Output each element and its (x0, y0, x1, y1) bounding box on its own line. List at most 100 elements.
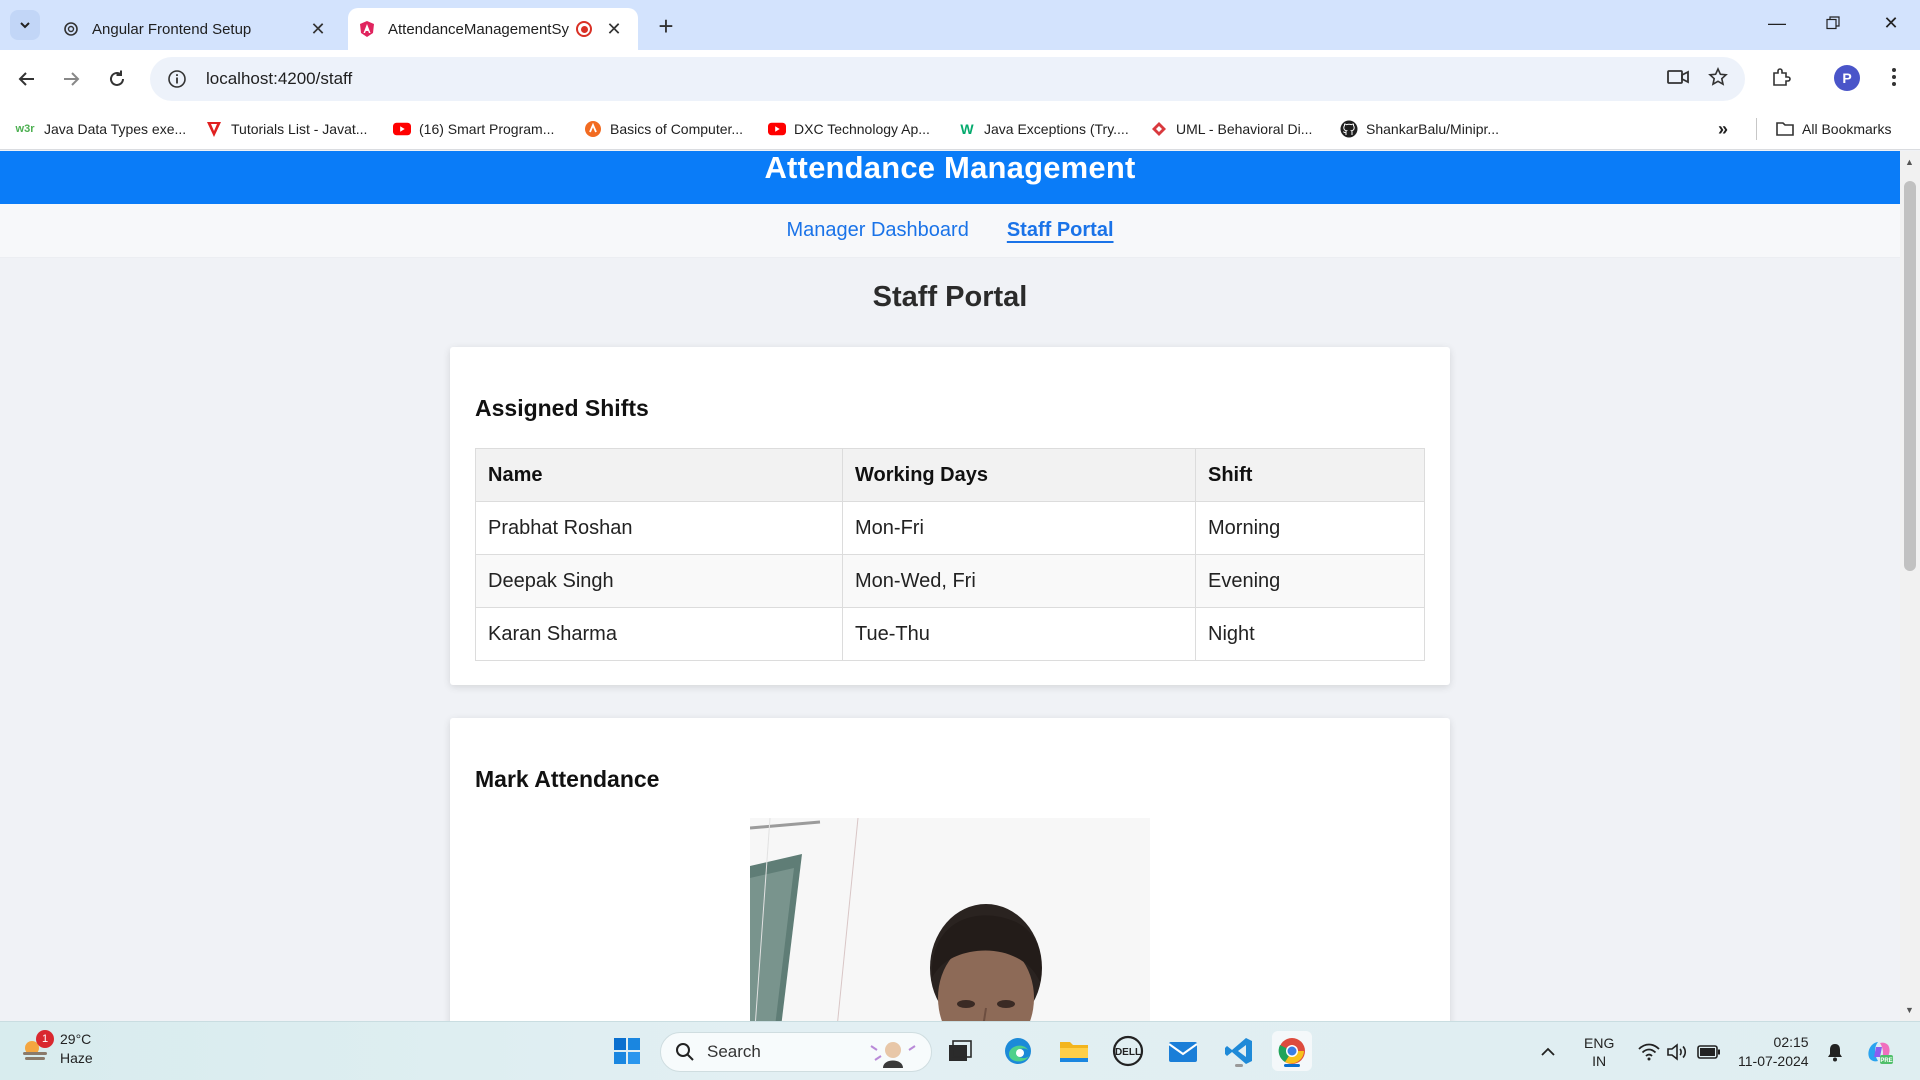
page-title: Staff Portal (872, 281, 1028, 313)
bookmark-item[interactable]: Basics of Computer... (584, 108, 743, 150)
clock-date: 11-07-2024 (1738, 1052, 1809, 1069)
tab-angular-frontend-setup[interactable]: Angular Frontend Setup ✕ (52, 8, 342, 50)
search-highlight-icon (865, 1036, 921, 1068)
region-code: IN (1592, 1052, 1607, 1069)
chevron-down-icon (20, 22, 30, 29)
bookmark-item[interactable]: Tutorials List - Javat... (205, 108, 367, 150)
weather-icon: 1 (20, 1030, 54, 1064)
profile-avatar[interactable]: P (1834, 65, 1860, 91)
taskbar-search-box[interactable]: Search (660, 1032, 932, 1072)
tab-attendance-management[interactable]: AttendanceManagementSy ✕ (348, 8, 638, 50)
bookmark-item[interactable]: W Java Exceptions (Try.... (958, 108, 1129, 150)
language-code: ENG (1584, 1034, 1615, 1051)
vscode-icon[interactable] (1219, 1031, 1259, 1071)
new-tab-button[interactable]: + (652, 11, 680, 41)
close-icon[interactable]: ✕ (604, 19, 624, 39)
more-menu-icon[interactable] (1876, 59, 1912, 95)
scroll-down-icon[interactable]: ▼ (1905, 1005, 1914, 1015)
notification-bell-icon[interactable] (1826, 1022, 1844, 1080)
file-explorer-icon[interactable] (1054, 1031, 1094, 1071)
chrome-icon[interactable] (1272, 1031, 1312, 1071)
folder-icon (1776, 120, 1794, 138)
windows-start-icon[interactable] (607, 1031, 647, 1071)
tab-search-button[interactable] (10, 10, 40, 40)
w3schools-icon: w3r (15, 123, 35, 135)
extensions-icon[interactable] (1763, 59, 1799, 95)
nav-staff-portal[interactable]: Staff Portal (1007, 219, 1114, 242)
restore-icon[interactable] (1810, 8, 1856, 38)
cell-working-days: Tue-Thu (842, 607, 1196, 661)
bookmark-item[interactable]: w3r Java Data Types exe... (14, 108, 187, 150)
running-indicator (1235, 1064, 1243, 1067)
forward-icon[interactable] (56, 64, 86, 94)
bookmark-label: DXC Technology Ap... (794, 121, 930, 137)
tab-title: AttendanceManagementSy (388, 20, 569, 38)
orange-logo-icon (584, 120, 602, 138)
shifts-table: Name Working Days Shift Prabhat Roshan M… (475, 448, 1425, 661)
show-hidden-icons-icon[interactable] (1540, 1022, 1556, 1080)
webcam-video-feed (750, 818, 1150, 1021)
openai-icon (62, 20, 80, 38)
table-row: Deepak Singh Mon-Wed, Fri Evening (475, 554, 1425, 608)
cell-name: Deepak Singh (475, 554, 843, 608)
scroll-thumb[interactable] (1904, 181, 1916, 571)
column-header-shift: Shift (1195, 448, 1425, 502)
bookmarks-bar: w3r Java Data Types exe... Tutorials Lis… (0, 108, 1920, 150)
page-viewport: Attendance Management Manager Dashboard … (0, 151, 1900, 1021)
webcam-frame-image (750, 818, 1150, 1021)
edge-icon[interactable] (998, 1031, 1038, 1071)
w3schools-green-icon: W (960, 121, 974, 137)
bookmark-label: Tutorials List - Javat... (231, 121, 368, 137)
cell-shift: Morning (1195, 501, 1425, 555)
clock[interactable]: 02:15 11-07-2024 (1738, 1022, 1809, 1080)
weather-temperature: 29°C (60, 1031, 92, 1047)
bookmark-star-icon[interactable] (1700, 59, 1736, 95)
dell-icon[interactable]: DELL (1108, 1031, 1148, 1071)
weather-widget[interactable]: 1 29°C Haze (20, 1030, 93, 1068)
scroll-up-icon[interactable]: ▲ (1905, 157, 1914, 167)
assigned-shifts-card: Assigned Shifts Name Working Days Shift … (450, 347, 1450, 685)
minimize-icon[interactable]: — (1754, 8, 1800, 38)
angular-icon (358, 20, 376, 38)
table-header-row: Name Working Days Shift (475, 448, 1425, 502)
browser-tab-strip: Angular Frontend Setup ✕ AttendanceManag… (0, 0, 1920, 50)
browser-toolbar: localhost:4200/staff P (0, 50, 1920, 108)
close-icon[interactable]: ✕ (308, 19, 328, 39)
address-bar[interactable]: localhost:4200/staff (150, 57, 1745, 101)
copilot-icon[interactable]: PRE (1864, 1022, 1894, 1080)
mark-attendance-card: Mark Attendance (450, 718, 1450, 1021)
back-icon[interactable] (12, 64, 42, 94)
weather-description: Haze (60, 1050, 93, 1066)
battery-icon[interactable] (1697, 1022, 1721, 1080)
task-view-icon[interactable] (940, 1031, 980, 1071)
site-info-icon[interactable] (164, 66, 190, 92)
wifi-icon[interactable] (1638, 1022, 1660, 1080)
bookmark-label: (16) Smart Program... (419, 121, 555, 137)
all-bookmarks-button[interactable]: All Bookmarks (1776, 108, 1891, 150)
reload-icon[interactable] (102, 64, 132, 94)
bookmark-item[interactable]: (16) Smart Program... (393, 108, 554, 150)
windows-taskbar: 1 29°C Haze Search DELL ENG IN 02:15 11-… (0, 1021, 1920, 1080)
app-header: Attendance Management (0, 151, 1900, 204)
bookmark-label: Basics of Computer... (610, 121, 744, 137)
bookmark-label: Java Data Types exe... (44, 121, 187, 137)
bookmark-item[interactable]: UML - Behavioral Di... (1150, 108, 1312, 150)
cell-working-days: Mon-Fri (842, 501, 1196, 555)
window-close-icon[interactable]: ✕ (1868, 8, 1914, 38)
bookmark-label: Java Exceptions (Try.... (984, 121, 1129, 137)
bookmark-label: UML - Behavioral Di... (1176, 121, 1313, 137)
chevron-double-right-icon[interactable]: » (1718, 108, 1728, 150)
page-scrollbar[interactable]: ▲ ▼ (1900, 151, 1920, 1021)
tab-title: Angular Frontend Setup (92, 20, 252, 38)
javatpoint-icon (205, 120, 223, 138)
camera-in-use-icon[interactable] (1660, 59, 1696, 95)
volume-icon[interactable] (1666, 1022, 1688, 1080)
bookmark-item[interactable]: DXC Technology Ap... (768, 108, 930, 150)
language-indicator[interactable]: ENG IN (1584, 1022, 1614, 1080)
bookmark-item[interactable]: ShankarBalu/Minipr... (1340, 108, 1499, 150)
url-text: localhost:4200/staff (206, 69, 353, 88)
nav-manager-dashboard[interactable]: Manager Dashboard (786, 219, 968, 242)
mail-icon[interactable] (1163, 1031, 1203, 1071)
recording-icon (576, 21, 592, 37)
cell-name: Karan Sharma (475, 607, 843, 661)
